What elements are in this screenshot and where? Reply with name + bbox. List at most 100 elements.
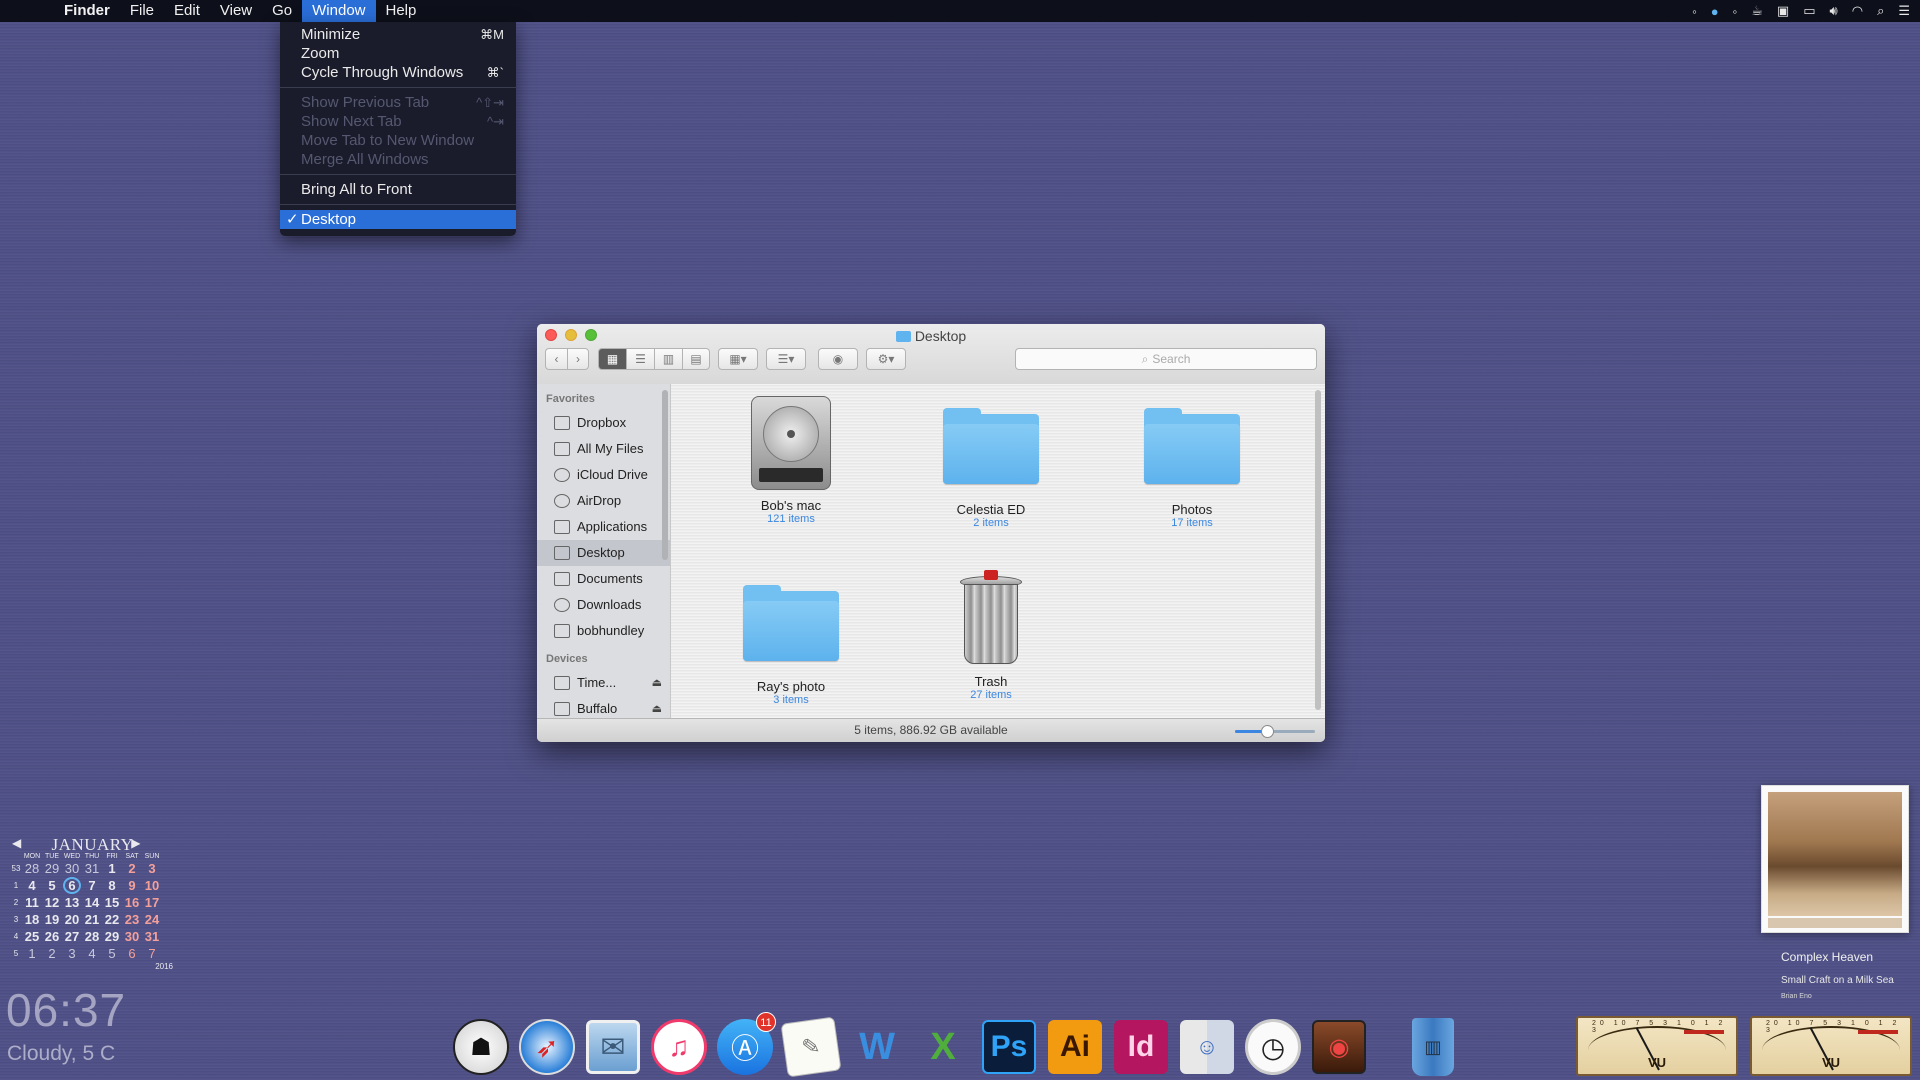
calendar-day[interactable]: 29 <box>42 861 62 876</box>
calendar-day[interactable]: 14 <box>82 895 102 910</box>
dock-app-illustrator[interactable]: Ai <box>1042 1014 1108 1080</box>
desktop-item-celestia-ed[interactable]: Celestia ED 2 items <box>916 404 1066 529</box>
calendar-day[interactable]: 13 <box>62 895 82 910</box>
calendar-day[interactable]: 31 <box>82 861 102 876</box>
arrange-button[interactable]: ▦▾ <box>718 348 758 370</box>
next-month-arrow-icon[interactable]: ▶ <box>131 836 141 851</box>
sidebar-scrollbar[interactable] <box>662 390 668 560</box>
menu-item-minimize[interactable]: Minimize ⌘M <box>280 25 516 44</box>
status-dot-icon[interactable]: ● <box>1711 4 1719 19</box>
calendar-day[interactable]: 7 <box>142 946 162 961</box>
cover-flow-button[interactable]: ▤ <box>682 348 710 370</box>
airplay-icon[interactable]: ▭ <box>1803 3 1815 19</box>
dropbox-icon[interactable]: ◦ <box>1692 4 1697 19</box>
calendar-day[interactable]: 3 <box>62 946 82 961</box>
icon-size-slider[interactable] <box>1235 725 1315 738</box>
search-input[interactable]: ⌕ Search <box>1015 348 1317 370</box>
calendar-day[interactable]: 1 <box>102 861 122 876</box>
calendar-day[interactable]: 29 <box>102 929 122 944</box>
column-view-button[interactable]: ▥ <box>654 348 682 370</box>
menu-item-desktop[interactable]: ✓ Desktop <box>280 210 516 229</box>
menu-item-zoom[interactable]: Zoom <box>280 44 516 63</box>
sidebar-item-bobhundley[interactable]: bobhundley <box>537 618 670 644</box>
content-scrollbar[interactable] <box>1315 390 1321 710</box>
dock-app-finder[interactable]: ☺ <box>1174 1014 1240 1080</box>
dock-app-indesign[interactable]: Id <box>1108 1014 1174 1080</box>
calendar-day[interactable]: 3 <box>142 861 162 876</box>
dock-app-radio[interactable]: ◉ <box>1306 1014 1372 1080</box>
dock-app-word[interactable]: W <box>844 1014 910 1080</box>
title-bar[interactable]: Desktop ‹ › ▦ ☰ ▥ ▤ ▦▾ ☰▾ ◉ ⚙▾ ⌕ Search <box>537 324 1325 392</box>
menu-view[interactable]: View <box>210 0 262 22</box>
calendar-day[interactable]: 26 <box>42 929 62 944</box>
sidebar-item-dropbox[interactable]: Dropbox <box>537 410 670 436</box>
volume-icon[interactable]: 🔊︎ <box>1830 3 1838 19</box>
calendar-day[interactable]: 6 <box>63 877 81 894</box>
menu-edit[interactable]: Edit <box>164 0 210 22</box>
icon-view-button[interactable]: ▦ <box>598 348 626 370</box>
menu-window[interactable]: Window <box>302 0 376 22</box>
terminal-icon[interactable]: ▣ <box>1777 3 1789 19</box>
desktop-item-trash[interactable]: Trash 27 items <box>916 570 1066 701</box>
calendar-day[interactable]: 12 <box>42 895 62 910</box>
calendar-day[interactable]: 1 <box>22 946 42 961</box>
menu-item-bring-all-to-front[interactable]: Bring All to Front <box>280 180 516 199</box>
dock-app-stormtrooper[interactable]: ☗ <box>448 1014 514 1080</box>
action-list-button[interactable]: ☰▾ <box>766 348 806 370</box>
calendar-day[interactable]: 19 <box>42 912 62 927</box>
menu-file[interactable]: File <box>120 0 164 22</box>
calendar-day[interactable]: 4 <box>22 878 42 893</box>
dock-trash[interactable]: ▥ <box>1400 1014 1466 1080</box>
slider-knob[interactable] <box>1261 725 1274 738</box>
calendar-day[interactable]: 2 <box>42 946 62 961</box>
forward-button[interactable]: › <box>567 348 589 370</box>
calendar-day[interactable]: 22 <box>102 912 122 927</box>
eject-icon[interactable]: ⏏ <box>652 670 662 696</box>
menu-help[interactable]: Help <box>376 0 427 22</box>
notification-center-icon[interactable]: ☰ <box>1898 3 1910 19</box>
calendar-day[interactable]: 27 <box>62 929 82 944</box>
coffee-icon[interactable]: ☕ <box>1751 3 1763 19</box>
calendar-day[interactable]: 15 <box>102 895 122 910</box>
calendar-day[interactable]: 21 <box>82 912 102 927</box>
eject-icon[interactable]: ⏏ <box>652 696 662 718</box>
list-view-button[interactable]: ☰ <box>626 348 654 370</box>
calendar-day[interactable]: 20 <box>62 912 82 927</box>
app-menu-finder[interactable]: Finder <box>54 0 120 22</box>
calendar-day[interactable]: 30 <box>122 929 142 944</box>
calendar-day[interactable]: 28 <box>22 861 42 876</box>
dock-app-itunes[interactable]: ♫ <box>646 1014 712 1080</box>
sidebar-item-downloads[interactable]: Downloads <box>537 592 670 618</box>
action-button[interactable]: ⚙▾ <box>866 348 906 370</box>
calendar-day[interactable]: 17 <box>142 895 162 910</box>
menu-extra-icon[interactable]: ◦ <box>1733 4 1738 19</box>
sidebar-item-all-my-files[interactable]: All My Files <box>537 436 670 462</box>
calendar-day[interactable]: 25 <box>22 929 42 944</box>
calendar-day[interactable]: 10 <box>142 878 162 893</box>
calendar-day[interactable]: 2 <box>122 861 142 876</box>
dock-app-app-store[interactable]: Ⓐ 11 <box>712 1012 778 1080</box>
calendar-day[interactable]: 5 <box>102 946 122 961</box>
desktop-item-photos[interactable]: Photos 17 items <box>1117 404 1267 529</box>
menu-item-cycle-windows[interactable]: Cycle Through Windows ⌘` <box>280 63 516 82</box>
prev-month-arrow-icon[interactable]: ◀ <box>12 836 22 851</box>
dock-app-safari[interactable]: ➶ <box>514 1014 580 1080</box>
wifi-icon[interactable]: ◠ <box>1852 3 1863 19</box>
desktop-item-rays-photo[interactable]: Ray's photo 3 items <box>716 581 866 706</box>
calendar-day[interactable]: 28 <box>82 929 102 944</box>
back-button[interactable]: ‹ <box>545 348 567 370</box>
dock-app-photoshop[interactable]: Ps <box>976 1014 1042 1080</box>
sidebar-item-time-machine[interactable]: Time... ⏏ <box>537 670 670 696</box>
calendar-day[interactable]: 8 <box>102 878 122 893</box>
dock-app-mail[interactable]: ✉ <box>580 1014 646 1080</box>
spotlight-icon[interactable]: ⌕ <box>1877 3 1884 19</box>
desktop-item-bobs-mac[interactable]: Bob's mac 121 items <box>716 394 866 525</box>
sidebar-item-applications[interactable]: Applications <box>537 514 670 540</box>
calendar-day[interactable]: 6 <box>122 946 142 961</box>
calendar-day[interactable]: 5 <box>42 878 62 893</box>
calendar-day[interactable]: 9 <box>122 878 142 893</box>
sidebar-item-airdrop[interactable]: AirDrop <box>537 488 670 514</box>
menu-go[interactable]: Go <box>262 0 302 22</box>
calendar-day[interactable]: 16 <box>122 895 142 910</box>
sidebar-item-desktop[interactable]: Desktop <box>537 540 670 566</box>
